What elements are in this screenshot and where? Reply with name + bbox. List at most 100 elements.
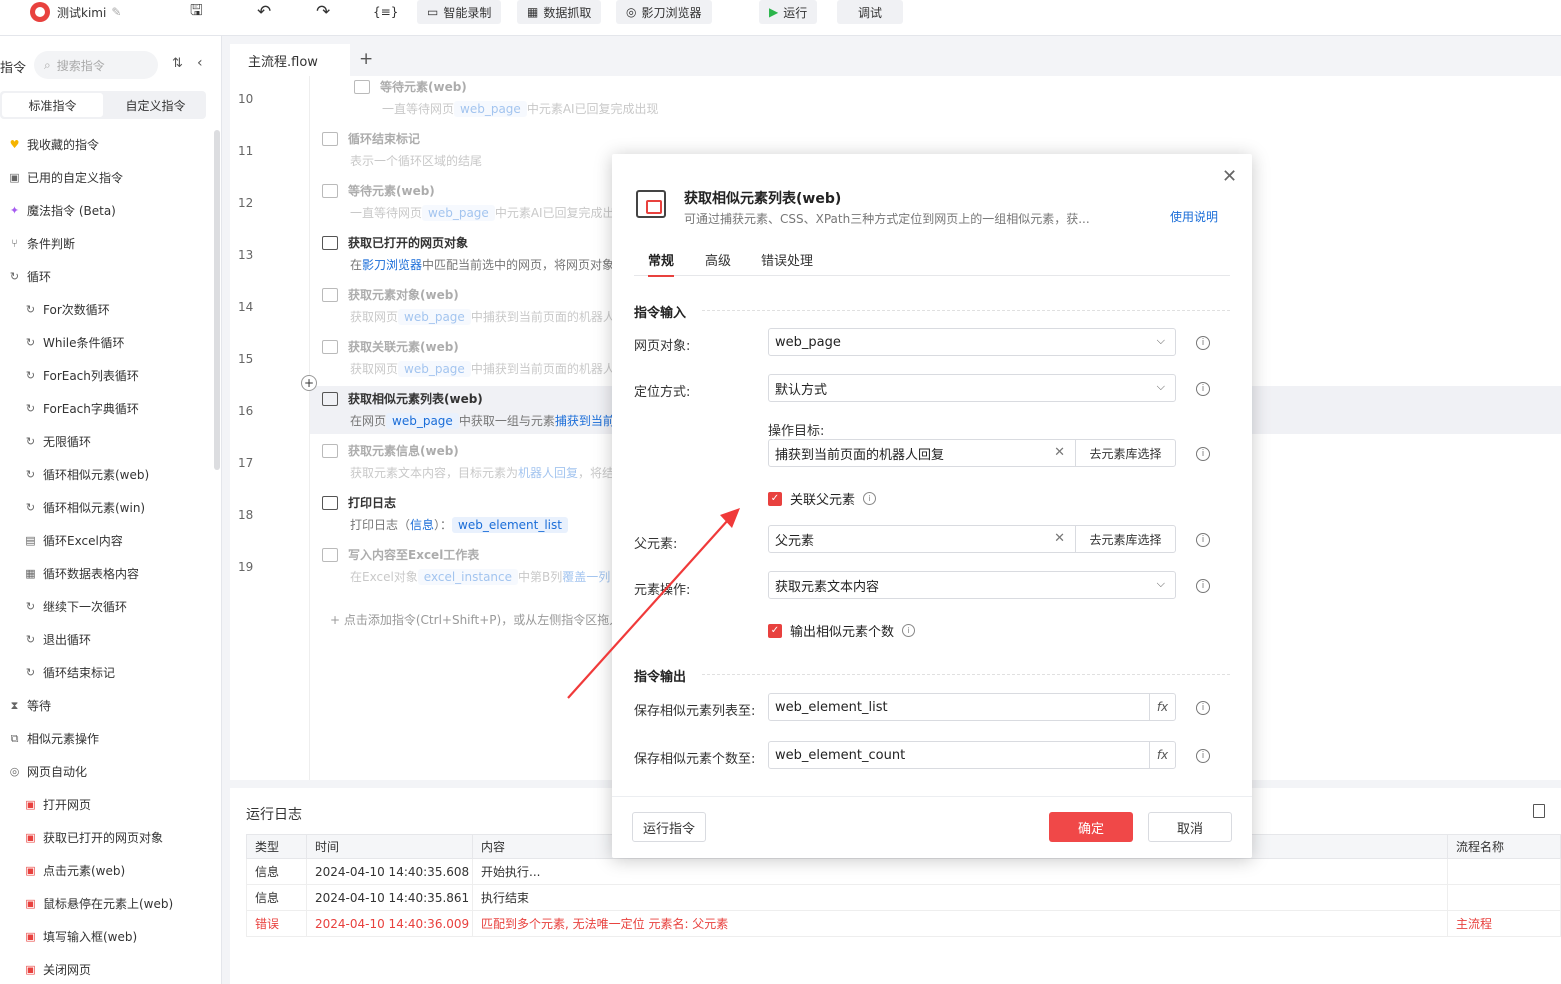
- export-log-icon[interactable]: [1533, 804, 1545, 818]
- add-tab-icon[interactable]: +: [359, 49, 373, 69]
- tab-standard[interactable]: 标准指令: [2, 93, 103, 117]
- output-count-checkbox[interactable]: ✓ 输出相似元素个数 i: [768, 621, 916, 640]
- sidebar-item[interactable]: ↻ While条件循环: [0, 326, 210, 359]
- cancel-button[interactable]: 取消: [1148, 812, 1232, 842]
- clear-icon[interactable]: ✕: [1054, 445, 1065, 460]
- browser-button[interactable]: ◎ 影刀浏览器: [616, 0, 712, 24]
- flow-step[interactable]: 获取相似元素列表(web) 在网页 web_page 中获取一组与元素捕获到当前: [322, 390, 622, 429]
- tab-general[interactable]: 常规: [648, 250, 675, 277]
- undo-icon[interactable]: ↶: [257, 0, 271, 24]
- sidebar-item[interactable]: ↻ 循环: [0, 260, 210, 293]
- flow-step[interactable]: 等待元素(web) 一直等待网页 web_page 中元素AI已回复完成出现: [354, 78, 659, 117]
- sort-icon[interactable]: ⇅: [172, 56, 183, 71]
- sidebar-item[interactable]: ↻ 继续下一次循环: [0, 590, 210, 623]
- info-icon[interactable]: i: [1196, 336, 1210, 350]
- tab-main-flow[interactable]: 主流程.flow: [230, 44, 350, 76]
- info-icon[interactable]: i: [1196, 701, 1210, 715]
- edit-icon[interactable]: ✎: [111, 5, 121, 19]
- sidebar-item[interactable]: ▦ 循环数据表格内容: [0, 557, 210, 590]
- sidebar-item[interactable]: ♥ 我收藏的指令: [0, 128, 210, 161]
- info-icon[interactable]: i: [1196, 579, 1210, 593]
- sidebar-item[interactable]: ▣ 点击元素(web): [0, 854, 210, 887]
- sidebar-item[interactable]: ⑂ 条件判断: [0, 227, 210, 260]
- info-icon[interactable]: i: [902, 624, 916, 637]
- insert-step-icon[interactable]: +: [301, 375, 317, 391]
- sidebar-scrollbar[interactable]: [214, 130, 220, 470]
- flow-step[interactable]: 获取元素对象(web) 获取网页 web_page 中捕获到当前页面的机器人: [322, 286, 622, 325]
- assoc-parent-checkbox[interactable]: ✓ 关联父元素 i: [768, 489, 877, 508]
- clear-icon[interactable]: ✕: [1054, 531, 1065, 546]
- sidebar-item[interactable]: ↻ 无限循环: [0, 425, 210, 458]
- close-icon[interactable]: ✕: [1222, 166, 1237, 187]
- element-library-button[interactable]: 去元素库选择: [1075, 440, 1175, 466]
- sidebar-item[interactable]: ↻ ForEach列表循环: [0, 359, 210, 392]
- tab-error-handling[interactable]: 错误处理: [761, 250, 813, 269]
- collapse-icon[interactable]: ‹: [197, 55, 203, 71]
- step-icon: [322, 131, 338, 146]
- tab-advanced[interactable]: 高级: [705, 250, 731, 269]
- operation-select[interactable]: 获取元素文本内容 ⌵: [768, 571, 1176, 599]
- col-type: 类型: [246, 834, 307, 859]
- sidebar-item[interactable]: ⧉ 相似元素操作: [0, 722, 210, 755]
- app-title[interactable]: 测试kimi ✎: [57, 0, 121, 24]
- sidebar-item[interactable]: ▣ 关闭网页: [0, 953, 210, 984]
- search-input[interactable]: ⌕ 搜索指令: [34, 51, 158, 79]
- debug-button[interactable]: 调试: [837, 0, 903, 24]
- sidebar-item[interactable]: ◎ 网页自动化: [0, 755, 210, 788]
- chevron-down-icon: ⌵: [1156, 380, 1165, 393]
- sidebar-item[interactable]: ▣ 已用的自定义指令: [0, 161, 210, 194]
- sidebar-item[interactable]: ▣ 打开网页: [0, 788, 210, 821]
- sidebar-item[interactable]: ▤ 循环Excel内容: [0, 524, 210, 557]
- info-icon[interactable]: i: [1196, 533, 1210, 547]
- save-count-field[interactable]: web_element_count fx: [768, 741, 1176, 769]
- sidebar-item[interactable]: ⧗ 等待: [0, 689, 210, 722]
- flow-step[interactable]: 写入内容至Excel工作表 在Excel对象 excel_instance 中第B列覆…: [322, 546, 622, 585]
- tab-custom[interactable]: 自定义指令: [105, 91, 206, 119]
- loop-icon: ↻: [25, 435, 36, 448]
- sidebar-item[interactable]: ↻ 循环结束标记: [0, 656, 210, 689]
- sidebar-item[interactable]: ↻ For次数循环: [0, 293, 210, 326]
- web-object-select[interactable]: web_page ⌵: [768, 328, 1176, 356]
- variables-button[interactable]: {≡}: [373, 0, 398, 24]
- element-library-button[interactable]: 去元素库选择: [1075, 526, 1175, 552]
- fx-icon[interactable]: fx: [1149, 694, 1175, 720]
- target-field[interactable]: 捕获到当前页面的机器人回复 ✕ 去元素库选择: [768, 439, 1176, 467]
- info-icon[interactable]: i: [1196, 382, 1210, 396]
- flow-step[interactable]: 获取已打开的网页对象 在影刀浏览器中匹配当前选中的网页，将网页对象: [322, 234, 622, 273]
- parent-field[interactable]: 父元素 ✕ 去元素库选择: [768, 525, 1176, 553]
- flow-step[interactable]: 获取关联元素(web) 获取网页 web_page 中捕获到当前页面的机器人: [322, 338, 622, 377]
- info-icon[interactable]: i: [1196, 447, 1210, 461]
- flow-step[interactable]: 打印日志 打印日志（信息）： web_element_list: [322, 494, 622, 533]
- run-command-button[interactable]: 运行指令: [632, 812, 706, 842]
- sidebar-item[interactable]: ↻ ForEach字典循环: [0, 392, 210, 425]
- flow-step[interactable]: 循环结束标记 表示一个循环区域的结尾: [322, 130, 622, 169]
- flow-step[interactable]: 获取元素信息(web) 获取元素文本内容，目标元素为机器人回复，将结: [322, 442, 622, 481]
- locate-select[interactable]: 默认方式 ⌵: [768, 374, 1176, 402]
- save-list-field[interactable]: web_element_list fx: [768, 693, 1176, 721]
- web-icon: ▣: [25, 930, 36, 943]
- sidebar-item[interactable]: ▣ 鼠标悬停在元素上(web): [0, 887, 210, 920]
- sidebar-item[interactable]: ▣ 填写输入框(web): [0, 920, 210, 953]
- step-icon: [322, 183, 338, 198]
- help-link[interactable]: 使用说明: [1170, 208, 1218, 225]
- log-row[interactable]: 错误 2024-04-10 14:40:36.009 匹配到多个元素, 无法唯一定位…: [246, 910, 1561, 937]
- flow-step[interactable]: 等待元素(web) 一直等待网页 web_page 中元素AI已回复完成出: [322, 182, 622, 221]
- sidebar-item[interactable]: ▣ 获取已打开的网页对象: [0, 821, 210, 854]
- smart-record-button[interactable]: ▭ 智能录制: [417, 0, 502, 24]
- log-row[interactable]: 信息 2024-04-10 14:40:35.861 执行结束: [246, 884, 1561, 911]
- log-row[interactable]: 信息 2024-04-10 14:40:35.608 开始执行...: [246, 858, 1561, 885]
- sidebar-item[interactable]: ↻ 退出循环: [0, 623, 210, 656]
- confirm-button[interactable]: 确定: [1049, 812, 1133, 842]
- data-scrape-button[interactable]: ▦ 数据抓取: [517, 0, 602, 24]
- sidebar-item[interactable]: ↻ 循环相似元素(win): [0, 491, 210, 524]
- sidebar-item[interactable]: ✦ 魔法指令 (Beta): [0, 194, 210, 227]
- redo-icon[interactable]: ↷: [316, 0, 330, 24]
- parent-label: 父元素:: [634, 537, 678, 552]
- sidebar-item[interactable]: ↻ 循环相似元素(web): [0, 458, 210, 491]
- fx-icon[interactable]: fx: [1149, 742, 1175, 768]
- info-icon[interactable]: i: [1196, 749, 1210, 763]
- save-icon[interactable]: 🖫: [190, 0, 203, 24]
- info-icon[interactable]: i: [863, 492, 877, 505]
- add-step-hint[interactable]: + 点击添加指令(Ctrl+Shift+P)，或从左侧指令区拖入: [330, 611, 621, 628]
- run-button[interactable]: ▶ 运行: [759, 0, 818, 24]
